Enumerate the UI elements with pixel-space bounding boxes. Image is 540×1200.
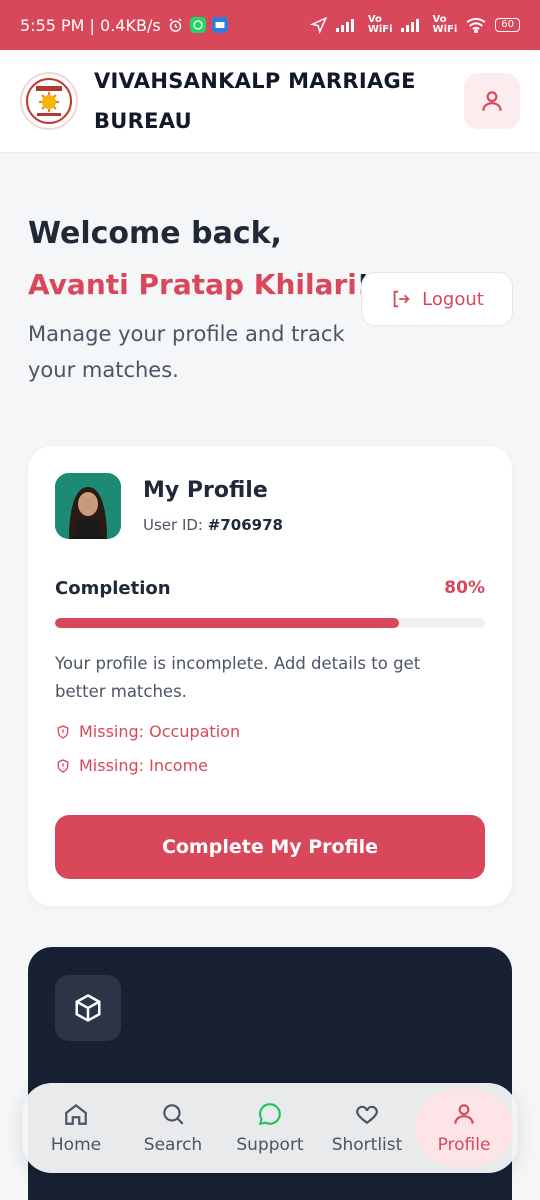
nav-profile-label: Profile: [437, 1135, 491, 1155]
completion-progress-fill: [55, 618, 399, 628]
profile-card-title: My Profile: [143, 478, 268, 503]
nav-home[interactable]: Home: [28, 1089, 124, 1167]
alarm-icon: [167, 17, 184, 34]
signal-icon-1: [335, 18, 360, 32]
profile-photo[interactable]: [55, 473, 121, 539]
welcome-subtitle: Manage your profile and track your match…: [28, 322, 345, 382]
message-app-icon: [211, 17, 228, 33]
wifi-icon: [465, 17, 487, 33]
chat-bubble-icon: [258, 1103, 281, 1126]
missing-item-label: Missing: Income: [79, 756, 209, 775]
bottom-nav: Home Search Support Shortlist Profile: [22, 1083, 518, 1173]
missing-item: Missing: Income: [55, 756, 208, 775]
status-left: 5:55 PM | 0.4KB/s: [20, 16, 228, 35]
welcome-section: Welcome back, Avanti Pratap Khilari! Man…: [28, 210, 518, 388]
user-id-label: User ID:: [143, 516, 203, 534]
completion-progress-bar: [55, 618, 485, 628]
nav-profile[interactable]: Profile: [416, 1089, 512, 1167]
location-arrow-icon: [309, 16, 328, 34]
completion-value: 80%: [444, 578, 485, 598]
brand-name: VIVAHSANKALP MARRIAGE BUREAU: [94, 69, 416, 133]
missing-item-label: Missing: Occupation: [79, 722, 241, 741]
package-icon-tile: [55, 975, 121, 1041]
logout-label: Logout: [422, 288, 484, 310]
nav-shortlist-label: Shortlist: [331, 1135, 403, 1155]
nav-search[interactable]: Search: [125, 1089, 221, 1167]
nav-search-label: Search: [143, 1135, 203, 1155]
complete-profile-button[interactable]: Complete My Profile: [55, 815, 485, 879]
shield-alert-icon: [57, 758, 69, 773]
incomplete-message: Your profile is incomplete. Add details …: [55, 654, 421, 701]
search-icon: [163, 1104, 184, 1125]
status-time-speed: 5:55 PM | 0.4KB/s: [20, 15, 161, 35]
home-icon: [65, 1103, 87, 1125]
vo-wifi-label-2: Vo WiFi: [432, 14, 458, 35]
user-id-value: #706978: [207, 516, 283, 534]
nav-home-label: Home: [50, 1135, 102, 1155]
logout-icon: [393, 290, 410, 308]
user-icon: [482, 91, 502, 111]
heart-icon: [356, 1105, 378, 1124]
signal-icon-2: [400, 18, 425, 32]
status-bar: 5:55 PM | 0.4KB/s Vo WiFi Vo WiFi 60: [0, 0, 540, 50]
shield-alert-icon: [57, 724, 69, 739]
logout-button[interactable]: Logout: [361, 272, 513, 326]
account-button[interactable]: [464, 73, 520, 129]
bureau-logo: [20, 72, 78, 130]
nav-support[interactable]: Support: [222, 1089, 318, 1167]
package-icon: [75, 994, 101, 1022]
whatsapp-icon: [189, 17, 206, 33]
status-right: Vo WiFi Vo WiFi 60: [309, 14, 520, 35]
missing-item: Missing: Occupation: [55, 722, 240, 741]
user-icon: [454, 1104, 474, 1124]
vo-wifi-label-1: Vo WiFi: [367, 14, 393, 35]
welcome-greeting: Welcome back,: [28, 216, 282, 251]
completion-label: Completion: [55, 578, 171, 599]
battery-indicator: 60: [495, 18, 520, 32]
app-header: VIVAHSANKALP MARRIAGE BUREAU: [0, 50, 540, 153]
nav-shortlist[interactable]: Shortlist: [319, 1089, 415, 1167]
nav-support-label: Support: [236, 1135, 304, 1155]
profile-card: My Profile User ID: #706978 Completion 8…: [28, 446, 512, 906]
user-name: Avanti Pratap Khilari: [28, 268, 357, 301]
user-id: User ID: #706978: [143, 516, 283, 534]
